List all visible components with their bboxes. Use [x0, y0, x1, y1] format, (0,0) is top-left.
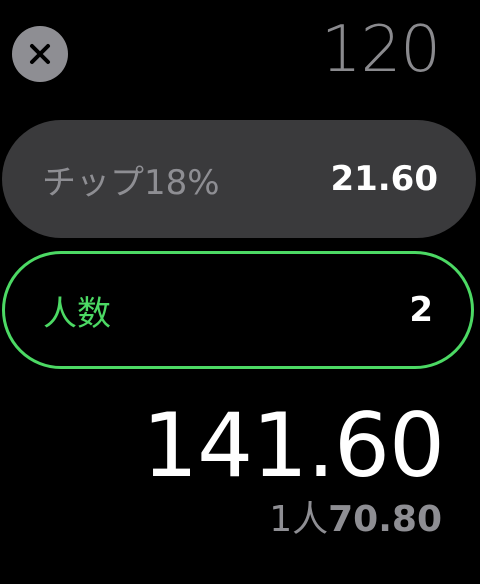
per-person-label: 1人 [269, 499, 329, 540]
people-value: 2 [409, 290, 433, 330]
people-label: 人数 [43, 293, 111, 334]
per-person-amount: 1人70.80 [269, 502, 442, 538]
tip-label: チップ18% [42, 162, 220, 203]
bill-amount: 120 [320, 13, 441, 87]
close-icon [30, 44, 50, 64]
number-of-people-row[interactable]: 人数 2 [2, 251, 474, 369]
tip-value: 21.60 [330, 159, 438, 199]
tip-percentage-row[interactable]: チップ18% 21.60 [2, 120, 476, 238]
total-amount: 141.60 [142, 394, 445, 497]
per-person-value: 70.80 [328, 499, 442, 540]
close-button[interactable] [12, 26, 68, 82]
